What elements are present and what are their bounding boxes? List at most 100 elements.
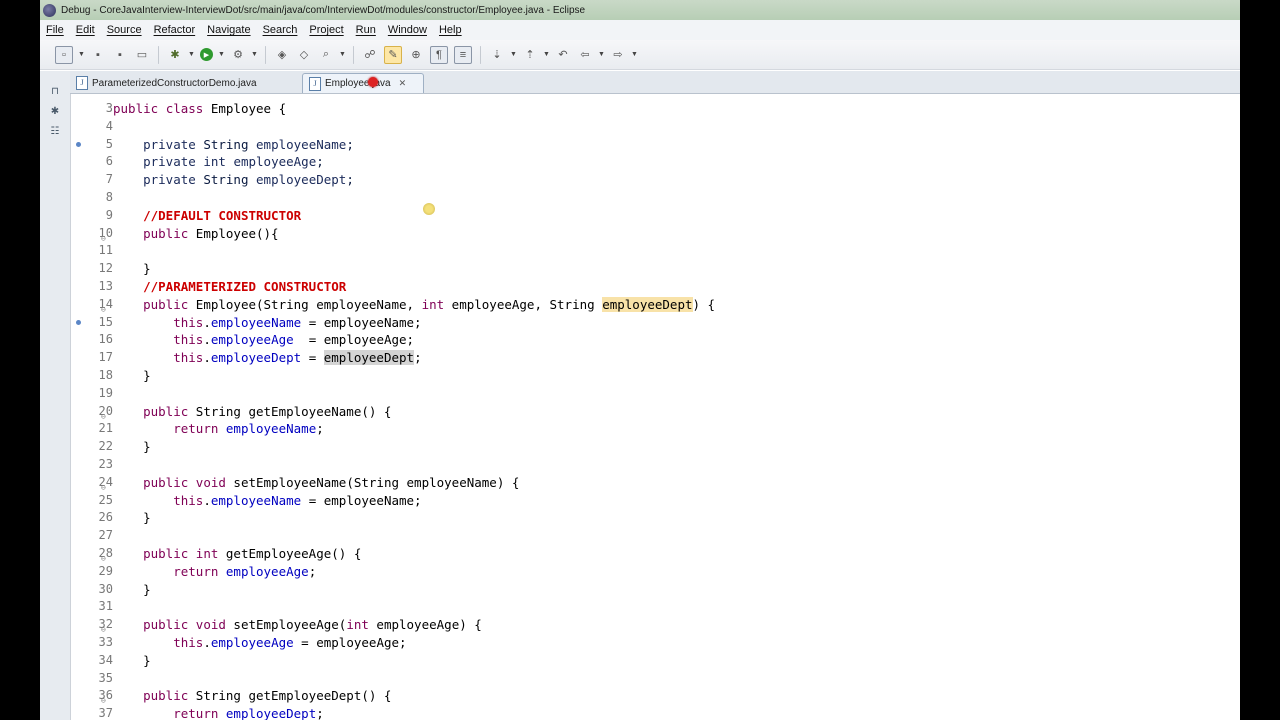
next-annotation-dropdown-icon[interactable]: ▼ bbox=[510, 47, 517, 63]
breakpoint-marker-icon[interactable] bbox=[76, 319, 81, 325]
code-line[interactable]: 23 bbox=[71, 456, 1240, 474]
screen: Debug - CoreJavaInterview-InterviewDot/s… bbox=[0, 0, 1280, 720]
last-edit-location-icon[interactable]: ↶ bbox=[555, 47, 571, 63]
line-number: 6 bbox=[105, 154, 113, 169]
external-tools-dropdown-icon[interactable]: ▼ bbox=[251, 47, 258, 63]
code-text: //DEFAULT CONSTRUCTOR bbox=[143, 207, 302, 223]
code-line[interactable]: 17 this.employeeDept = employeeDept; bbox=[71, 349, 1240, 367]
code-text: } bbox=[113, 367, 151, 383]
code-line[interactable]: 22 } bbox=[71, 438, 1240, 456]
code-line[interactable]: 29 return employeeAge; bbox=[71, 563, 1240, 581]
toggle-mark-occurrences-icon[interactable]: ✎ bbox=[384, 45, 402, 64]
code-line[interactable]: 21 return employeeName; bbox=[71, 420, 1240, 438]
code-line[interactable]: 30 } bbox=[71, 581, 1240, 599]
menu-navigate[interactable]: Navigate bbox=[201, 24, 256, 36]
external-tools-icon[interactable]: ⚙ bbox=[230, 47, 246, 63]
outline-view-icon[interactable]: ☷ bbox=[48, 125, 62, 139]
show-source-icon[interactable]: ≡ bbox=[454, 45, 472, 64]
new-icon[interactable]: ▫ bbox=[55, 45, 73, 64]
code-line[interactable]: 16 this.employeeAge = employeeAge; bbox=[71, 331, 1240, 349]
code-line[interactable]: 27 bbox=[71, 527, 1240, 545]
debug-dropdown-icon[interactable]: ▼ bbox=[188, 47, 195, 63]
toggle-breadcrumb-icon[interactable]: ☍ bbox=[362, 47, 378, 63]
run-dropdown-icon[interactable]: ▼ bbox=[218, 47, 225, 63]
back-icon[interactable]: ⇦ bbox=[577, 47, 593, 63]
code-line[interactable]: 34 } bbox=[71, 652, 1240, 670]
menu-search[interactable]: Search bbox=[257, 24, 304, 36]
code-line[interactable]: 4 bbox=[71, 118, 1240, 136]
close-icon[interactable]: ✕ bbox=[399, 78, 407, 89]
tab-label: Employee.java bbox=[325, 78, 391, 89]
menu-help[interactable]: Help bbox=[433, 24, 468, 36]
code-line[interactable]: 33 this.employeeAge = employeeAge; bbox=[71, 634, 1240, 652]
previous-annotation-dropdown-icon[interactable]: ▼ bbox=[543, 47, 550, 63]
code-line[interactable]: 9 //DEFAULT CONSTRUCTOR bbox=[71, 207, 1240, 225]
code-line[interactable]: 35 bbox=[71, 670, 1240, 688]
open-task-icon[interactable]: ◇ bbox=[296, 47, 312, 63]
code-line[interactable]: 26 } bbox=[71, 509, 1240, 527]
back-dropdown-icon[interactable]: ▼ bbox=[598, 47, 605, 63]
code-line[interactable]: 25 this.employeeName = employeeName; bbox=[71, 492, 1240, 510]
tab-employee[interactable]: J Employee.java ✕ bbox=[302, 73, 424, 93]
code-line[interactable]: 18 } bbox=[71, 367, 1240, 385]
code-line[interactable]: 10 ⊖ public Employee(){ bbox=[71, 225, 1240, 243]
tab-parameterized-constructor-demo[interactable]: J ParameterizedConstructorDemo.java bbox=[70, 73, 300, 93]
code-text: public String getEmployeeDept() { bbox=[143, 688, 392, 704]
code-line[interactable]: 12 } bbox=[71, 260, 1240, 278]
editor-tab-bar: J ParameterizedConstructorDemo.java J Em… bbox=[70, 71, 1240, 94]
debug-view-icon[interactable]: ✱ bbox=[48, 105, 62, 119]
code-line[interactable]: 20 ⊖ public String getEmployeeName() { bbox=[71, 403, 1240, 421]
code-line[interactable]: 24 ⊖ public void setEmployeeName(String e… bbox=[71, 474, 1240, 492]
line-number: 10 bbox=[98, 225, 113, 240]
forward-icon[interactable]: ⇨ bbox=[610, 47, 626, 63]
code-line[interactable]: 5 private String employeeName; bbox=[71, 136, 1240, 154]
menu-file[interactable]: File bbox=[40, 24, 70, 36]
menu-edit[interactable]: Edit bbox=[70, 24, 101, 36]
save-icon[interactable]: ▪ bbox=[90, 47, 106, 63]
open-type-icon[interactable]: ◈ bbox=[274, 47, 290, 63]
menu-refactor[interactable]: Refactor bbox=[148, 24, 202, 36]
code-line[interactable]: 28 ⊖ public int getEmployeeAge() { bbox=[71, 545, 1240, 563]
print-icon[interactable]: ▭ bbox=[134, 47, 150, 63]
new-dropdown-icon[interactable]: ▼ bbox=[78, 47, 85, 63]
restore-icon[interactable]: ⊓ bbox=[48, 85, 62, 99]
menu-source[interactable]: Source bbox=[101, 24, 148, 36]
line-number: 26 bbox=[98, 510, 113, 525]
search-dropdown-icon[interactable]: ▼ bbox=[339, 47, 346, 63]
code-line[interactable]: 11 bbox=[71, 242, 1240, 260]
previous-annotation-icon[interactable]: ⇡ bbox=[522, 47, 538, 63]
code-line[interactable]: 3 public class Employee { bbox=[71, 100, 1240, 118]
code-line[interactable]: 19 bbox=[71, 385, 1240, 403]
forward-dropdown-icon[interactable]: ▼ bbox=[631, 47, 638, 63]
menu-window[interactable]: Window bbox=[382, 24, 433, 36]
line-number: 19 bbox=[98, 385, 113, 400]
menu-run[interactable]: Run bbox=[350, 24, 382, 36]
debug-icon[interactable]: ✱ bbox=[167, 47, 183, 63]
search-icon[interactable]: ⌕ bbox=[318, 47, 334, 63]
code-line[interactable]: 32 ⊖ public void setEmployeeAge(int emplo… bbox=[71, 616, 1240, 634]
next-annotation-icon[interactable]: ⇣ bbox=[489, 47, 505, 63]
code-line[interactable]: 36 ⊖ public String getEmployeeDept() { bbox=[71, 687, 1240, 705]
code-line[interactable]: 14 ⊖ public Employee(String employeeName,… bbox=[71, 296, 1240, 314]
toggle-block-selection-icon[interactable]: ⊕ bbox=[408, 47, 424, 63]
code-text: return employeeName; bbox=[173, 421, 324, 437]
code-line[interactable]: 6 private int employeeAge; bbox=[71, 153, 1240, 171]
save-all-icon[interactable]: ▪ bbox=[112, 47, 128, 63]
breakpoint-marker-icon[interactable] bbox=[76, 141, 81, 147]
code-line[interactable]: 8 bbox=[71, 189, 1240, 207]
line-number: 13 bbox=[98, 278, 113, 293]
code-line[interactable]: 13 //PARAMETERIZED CONSTRUCTOR bbox=[71, 278, 1240, 296]
tab-label: ParameterizedConstructorDemo.java bbox=[92, 77, 257, 89]
line-number: 12 bbox=[98, 261, 113, 276]
code-text: return employeeAge; bbox=[173, 563, 317, 579]
menu-project[interactable]: Project bbox=[303, 24, 349, 36]
code-line[interactable]: 7 private String employeeDept; bbox=[71, 171, 1240, 189]
code-line[interactable]: 15 this.employeeName = employeeName; bbox=[71, 314, 1240, 332]
code-editor[interactable]: 3 public class Employee {4 5 private Strin… bbox=[71, 94, 1240, 720]
run-icon[interactable]: ▶ bbox=[200, 48, 213, 61]
show-whitespace-icon[interactable]: ¶ bbox=[430, 45, 448, 64]
code-line[interactable]: 37 return employeeDept; bbox=[71, 705, 1240, 720]
left-trim-strip: ⊓ ✱ ☷ bbox=[40, 71, 71, 720]
line-number: 23 bbox=[98, 456, 113, 471]
code-line[interactable]: 31 bbox=[71, 598, 1240, 616]
